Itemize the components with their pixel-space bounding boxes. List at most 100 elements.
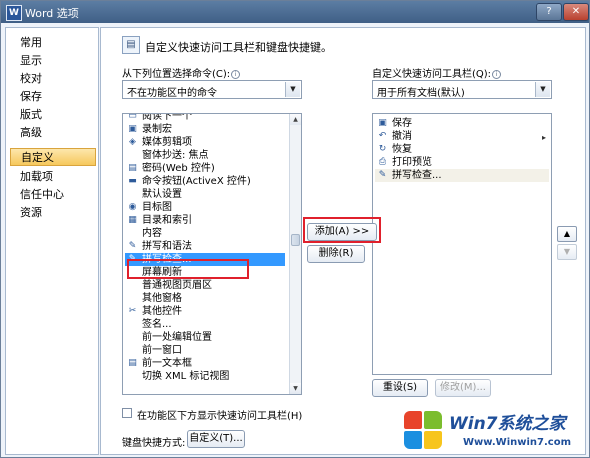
command-label: 其他窗格 <box>142 293 182 304</box>
command-label: 媒体剪辑项 <box>142 137 192 148</box>
show-below-ribbon-checkbox[interactable] <box>122 408 132 418</box>
window-title: Word 选项 <box>25 7 79 20</box>
word-app-icon: W <box>6 5 22 21</box>
remove-button[interactable]: 删除(R) <box>307 245 365 263</box>
help-button[interactable]: ? <box>536 3 562 21</box>
command-label: 其他控件 <box>142 306 182 317</box>
command-icon: ◈ <box>129 137 136 147</box>
command-list-item[interactable]: 前一处编辑位置 <box>125 331 285 344</box>
command-label: 签名... <box>142 319 172 330</box>
command-list-item[interactable]: ▭ 阅读下一个 <box>125 113 285 123</box>
command-icon <box>127 280 138 291</box>
command-icon: ✎ <box>378 170 387 180</box>
word-options-window: W Word 选项 ? ✕ 常用 显示 校对 保存 版式 高级 自定义 加载项 信任中心 资源 ▤… <box>0 0 590 458</box>
choose-commands-value: 不在功能区中的命令 <box>127 88 217 99</box>
command-list-item[interactable]: ◉ 目标图 <box>125 201 285 214</box>
choose-commands-dropdown[interactable]: 不在功能区中的命令 ▼ <box>122 80 302 99</box>
command-label: 录制宏 <box>142 124 172 135</box>
nav-item-9[interactable]: 资源 <box>10 204 96 222</box>
command-list-item[interactable]: ▤ 密码(Web 控件) <box>125 162 285 175</box>
nav-item-7[interactable]: 加载项 <box>10 168 96 186</box>
info-icon: i <box>492 69 502 79</box>
chevron-down-icon[interactable]: ▼ <box>535 82 550 97</box>
command-icon <box>127 371 138 382</box>
command-label: 恢复 <box>392 144 412 155</box>
command-icon: ▬ <box>128 176 137 186</box>
scroll-up-icon[interactable]: ▲ <box>290 114 301 125</box>
toolbar-list-item[interactable]: ✎ 拼写检查... <box>375 169 549 182</box>
nav-item-1[interactable]: 显示 <box>10 52 96 70</box>
customize-toolbar-text: 自定义快速访问工具栏(Q): <box>372 69 492 80</box>
command-label: 目标图 <box>142 202 172 213</box>
customize-keyboard-button[interactable]: 自定义(T)... <box>187 430 245 448</box>
command-label: 内容 <box>142 228 162 239</box>
command-icon <box>127 319 138 330</box>
command-label: 前一文本框 <box>142 358 192 369</box>
command-icon: ▦ <box>128 215 137 225</box>
command-icon: ▣ <box>378 118 387 128</box>
close-button[interactable]: ✕ <box>563 3 589 21</box>
toolbar-commands-list[interactable]: ▸ ▣ 保存 ↶ 撤消 ↻ 恢复 ⎙ 打印预览 ✎ 拼写检查... <box>372 113 552 375</box>
nav-item-6[interactable]: 自定义 <box>10 148 96 166</box>
command-list-item[interactable]: 窗体抄送: 焦点 <box>125 149 285 162</box>
command-icon: ▭ <box>128 113 137 121</box>
reset-button[interactable]: 重设(S) <box>372 379 428 397</box>
nav-item-2[interactable]: 校对 <box>10 70 96 88</box>
toolbar-list-item[interactable]: ▣ 保存 <box>375 117 549 130</box>
command-icon <box>127 150 138 161</box>
watermark-title: Win7系统之家 <box>449 414 566 434</box>
scroll-thumb[interactable] <box>291 234 300 246</box>
command-label: 拼写和语法 <box>142 241 192 252</box>
command-label: 普通视图页眉区 <box>142 280 212 291</box>
left-list-scrollbar[interactable]: ▲ ▼ <box>289 114 301 394</box>
command-icon: ✎ <box>128 241 137 251</box>
command-list-item[interactable]: 其他窗格 <box>125 292 285 305</box>
command-label: 密码(Web 控件) <box>142 163 215 174</box>
toolbar-list-item[interactable]: ↶ 撤消 <box>375 130 549 143</box>
nav-item-8[interactable]: 信任中心 <box>10 186 96 204</box>
command-icon: ⎙ <box>378 157 387 167</box>
command-list-item[interactable]: ✂ 其他控件 <box>125 305 285 318</box>
chevron-down-icon[interactable]: ▼ <box>285 82 300 97</box>
command-list-item[interactable]: 前一窗口 <box>125 344 285 357</box>
page-header: 自定义快速访问工具栏和键盘快捷键。 <box>145 41 332 54</box>
command-label: 目录和索引 <box>142 215 192 226</box>
command-icon <box>127 189 138 200</box>
scroll-down-icon[interactable]: ▼ <box>290 383 301 394</box>
command-list-item[interactable]: 普通视图页眉区 <box>125 279 285 292</box>
command-list-item[interactable]: 签名... <box>125 318 285 331</box>
command-label: 前一窗口 <box>142 345 182 356</box>
nav-item-4[interactable]: 版式 <box>10 106 96 124</box>
nav-item-0[interactable]: 常用 <box>10 34 96 52</box>
modify-button[interactable]: 修改(M)... <box>435 379 491 397</box>
move-down-button[interactable]: ▼ <box>557 244 577 260</box>
command-icon <box>127 228 138 239</box>
nav-item-5[interactable]: 高级 <box>10 124 96 142</box>
command-label: 保存 <box>392 118 412 129</box>
command-icon <box>127 293 138 304</box>
toolbar-list-item[interactable]: ⎙ 打印预览 <box>375 156 549 169</box>
command-list-item[interactable]: 默认设置 <box>125 188 285 201</box>
command-list-item[interactable]: ◈ 媒体剪辑项 <box>125 136 285 149</box>
command-list-item[interactable]: ▤ 前一文本框 <box>125 357 285 370</box>
nav-item-3[interactable]: 保存 <box>10 88 96 106</box>
toolbar-list-item[interactable]: ↻ 恢复 <box>375 143 549 156</box>
watermark: Win7系统之家 Www.Winwin7.com <box>403 405 589 457</box>
command-list-item[interactable]: ▣ 录制宏 <box>125 123 285 136</box>
command-icon: ▣ <box>128 124 137 134</box>
command-list-item[interactable]: ✎ 拼写和语法 <box>125 240 285 253</box>
move-up-button[interactable]: ▲ <box>557 226 577 242</box>
command-icon: ↻ <box>378 144 387 154</box>
command-icon: ↶ <box>378 131 387 141</box>
command-icon: ▤ <box>128 163 137 173</box>
available-commands-list[interactable]: ▲ ▼ ▭ 阅读下一个 ▣ 录制宏 ◈ 媒体剪辑项 窗体抄送: 焦点 ▤ 密码(Web 控件) ▬… <box>122 113 302 395</box>
keyboard-shortcuts-label: 键盘快捷方式: <box>122 438 186 449</box>
command-list-item[interactable]: ▦ 目录和索引 <box>125 214 285 227</box>
command-list-item[interactable]: 切换 XML 标记视图 <box>125 370 285 383</box>
customize-toolbar-value: 用于所有文档(默认) <box>377 88 465 99</box>
command-label: 命令按钮(ActiveX 控件) <box>142 176 251 187</box>
command-label: 拼写检查... <box>392 170 442 181</box>
command-list-item[interactable]: ▬ 命令按钮(ActiveX 控件) <box>125 175 285 188</box>
command-list-item[interactable]: 内容 <box>125 227 285 240</box>
customize-toolbar-dropdown[interactable]: 用于所有文档(默认) ▼ <box>372 80 552 99</box>
